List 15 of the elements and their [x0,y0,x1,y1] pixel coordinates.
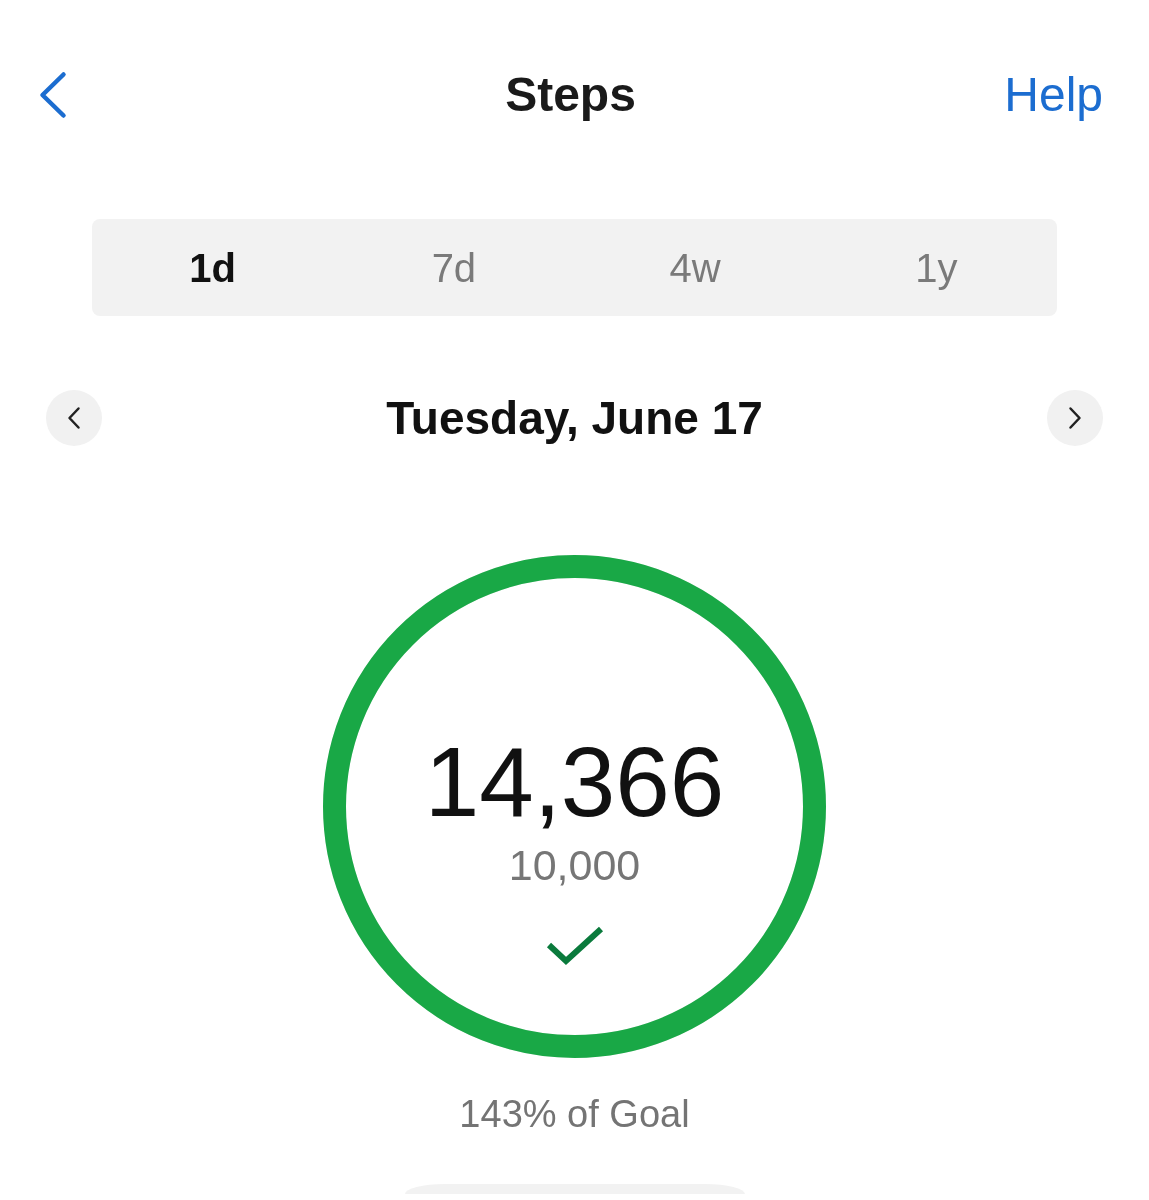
chevron-right-icon [1068,406,1082,430]
next-day-button[interactable] [1047,390,1103,446]
step-count: 14,366 [424,733,725,831]
chevron-left-icon [38,70,68,120]
range-tab[interactable]: 4w [574,219,816,316]
chevron-left-icon [67,406,81,430]
range-tab[interactable]: 1y [815,219,1057,316]
back-button[interactable] [38,70,68,120]
help-link[interactable]: Help [1004,71,1103,119]
goal-percent-label: 143% of Goal [459,1095,690,1133]
previous-day-button[interactable] [46,390,102,446]
page-title: Steps [505,71,636,119]
step-goal: 10,000 [508,844,641,887]
range-tab[interactable]: 1d [92,219,334,316]
range-tab[interactable]: 7d [333,219,575,316]
